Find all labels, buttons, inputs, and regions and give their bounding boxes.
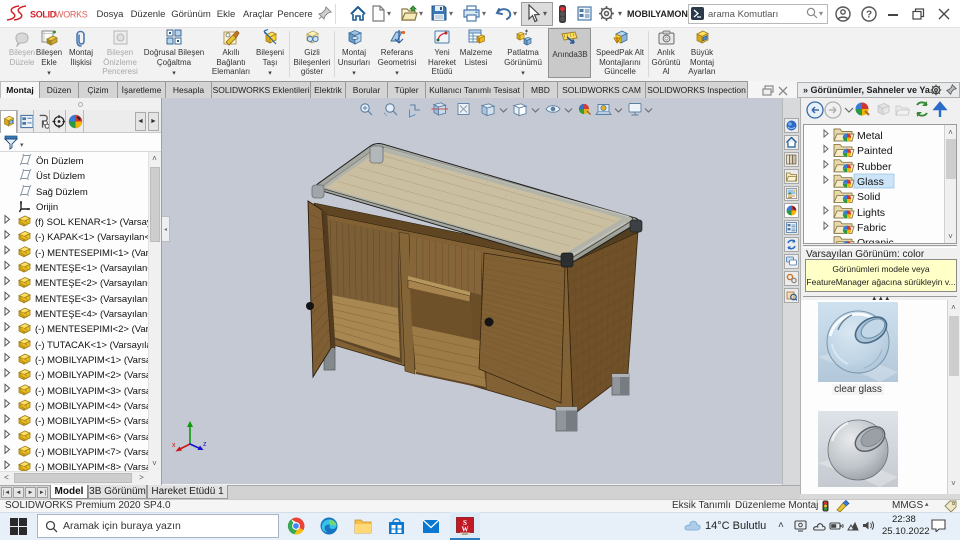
svg-text:(-) MOBILYAPIM<2> (Varsayıla: (-) MOBILYAPIM<2> (Varsayıla — [35, 370, 148, 381]
svg-text:(f) SOL KENAR<1> (Varsayılan<: (f) SOL KENAR<1> (Varsayılan< — [35, 217, 148, 228]
svg-text:Painted: Painted — [857, 145, 893, 157]
svg-text:(-) MOBILYAPIM<8> (Varsayıla: (-) MOBILYAPIM<8> (Varsayıla — [35, 462, 148, 471]
svg-text:Üst Düzlem: Üst Düzlem — [36, 171, 85, 182]
svg-text:(-) MOBILYAPIM<7> (Varsayıla: (-) MOBILYAPIM<7> (Varsayıla — [35, 447, 148, 458]
svg-text:(-) MENTESEPIMI<2> (Varsayıla: (-) MENTESEPIMI<2> (Varsayıla — [35, 324, 148, 335]
svg-text:?: ? — [866, 10, 872, 21]
svg-text:MENTEŞE<4> (Varsayılan<<Va: MENTEŞE<4> (Varsayılan<<Va — [35, 309, 148, 320]
svg-text:MENTEŞE<3> (Varsayılan<<Va: MENTEŞE<3> (Varsayılan<<Va — [35, 294, 148, 305]
svg-text:!: ! — [616, 38, 618, 44]
svg-text:Fabric: Fabric — [857, 222, 886, 234]
svg-text:z: z — [203, 441, 207, 448]
svg-text:WORKS: WORKS — [55, 10, 88, 20]
svg-text:(-) MENTESEPIMI<1> (Varsayıl: (-) MENTESEPIMI<1> (Varsayıl — [35, 248, 148, 259]
svg-text:Metal: Metal — [857, 130, 883, 142]
svg-text:(-) MOBILYAPIM<3> (Varsayıla: (-) MOBILYAPIM<3> (Varsayıla — [35, 386, 148, 397]
svg-text:MENTEŞE<1> (Varsayılan<<Va: MENTEŞE<1> (Varsayılan<<Va — [35, 263, 148, 274]
svg-text:(-) MOBILYAPIM<4> (Varsayıla: (-) MOBILYAPIM<4> (Varsayıla — [35, 401, 148, 412]
svg-text:(-) MOBILYAPIM<6> (Varsayıla: (-) MOBILYAPIM<6> (Varsayıla — [35, 432, 148, 443]
svg-text:(-) MOBILYAPIM<5> (Varsayıla: (-) MOBILYAPIM<5> (Varsayıla — [35, 416, 148, 427]
svg-text:x: x — [172, 442, 176, 449]
svg-text:Glass: Glass — [857, 176, 884, 188]
svg-text:Solid: Solid — [857, 191, 881, 203]
svg-text:Rubber: Rubber — [857, 161, 892, 173]
svg-text:(-) KAPAK<1> (Varsayılan<<Va: (-) KAPAK<1> (Varsayılan<<Va — [35, 232, 148, 243]
svg-text:SOLID: SOLID — [30, 10, 57, 20]
svg-text:(-) MOBILYAPIM<1> (Varsayıla: (-) MOBILYAPIM<1> (Varsayıla — [35, 355, 148, 366]
svg-text:Sağ Düzlem: Sağ Düzlem — [36, 187, 88, 198]
svg-text:Lights: Lights — [857, 207, 885, 219]
svg-text:2020: 2020 — [462, 532, 468, 535]
svg-text:Ön Düzlem: Ön Düzlem — [36, 156, 84, 167]
svg-text:Orijin: Orijin — [36, 202, 58, 213]
svg-text:MENTEŞE<2> (Varsayılan<<Va: MENTEŞE<2> (Varsayılan<<Va — [35, 278, 148, 289]
svg-text:Organic: Organic — [857, 237, 894, 243]
svg-text:(-) TUTACAK<1> (Varsayılan<<: (-) TUTACAK<1> (Varsayılan<< — [35, 340, 148, 351]
